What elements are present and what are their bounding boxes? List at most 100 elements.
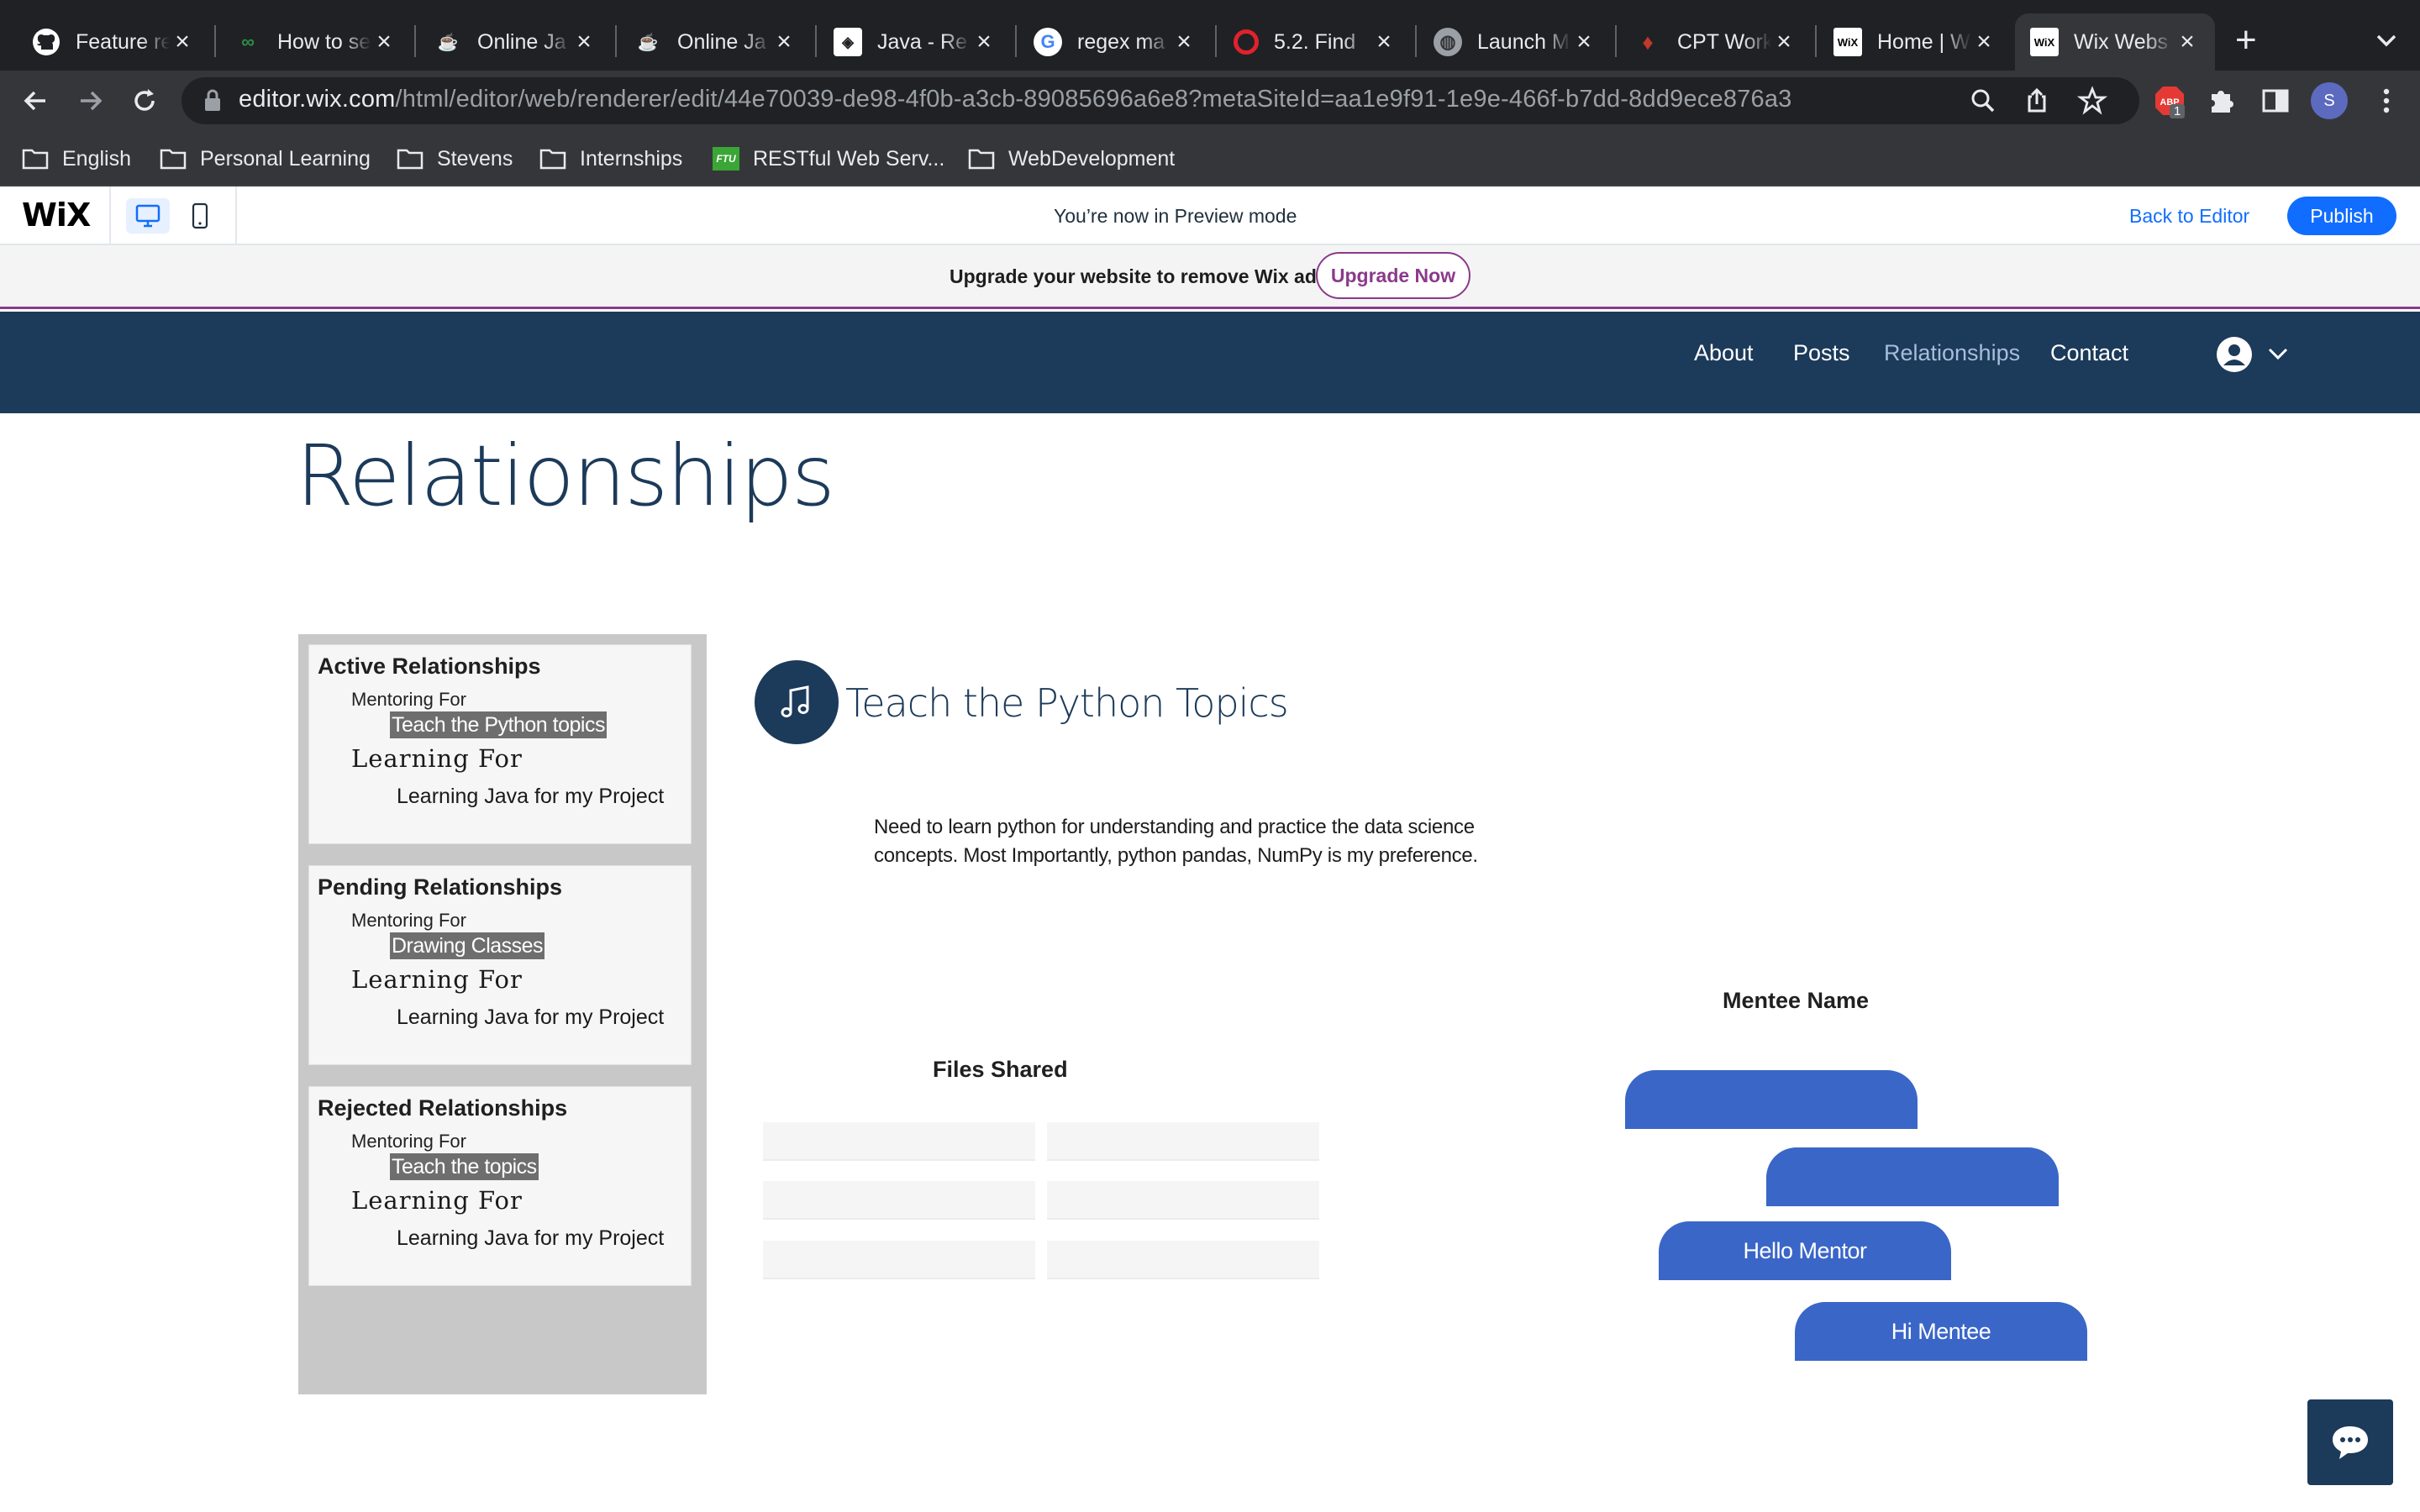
nav-about[interactable]: About — [1694, 340, 1754, 366]
chat-widget-button[interactable] — [2307, 1399, 2393, 1485]
lock-icon[interactable] — [203, 89, 222, 117]
desktop-view-button[interactable] — [126, 198, 170, 234]
browser-tab[interactable]: Feature re × — [17, 13, 210, 71]
browser-tab[interactable]: ☕ Online Ja × — [418, 13, 612, 71]
file-cell[interactable] — [763, 1122, 1035, 1161]
browser-tab-strip: Feature re × ∞ How to se × ☕ Online Ja ×… — [0, 0, 2420, 71]
relationships-sidebar: Active Relationships Mentoring For Teach… — [298, 634, 707, 1394]
bookmark-webdevelopment[interactable]: WebDevelopment — [968, 143, 1175, 175]
bookmark-personal-learning[interactable]: Personal Learning — [160, 143, 371, 175]
browser-tab[interactable]: ∞ How to se × — [218, 13, 412, 71]
cpt-icon: ♦ — [1642, 29, 1654, 55]
bookmark-english[interactable]: English — [22, 143, 131, 175]
online-java-icon: ☕ — [637, 33, 659, 52]
close-tab-icon[interactable]: × — [1171, 29, 1197, 55]
reload-icon[interactable] — [126, 82, 163, 119]
pending-relationships-card: Pending Relationships Mentoring For Draw… — [308, 865, 692, 1065]
bookmark-label: RESTful Web Serv... — [753, 146, 945, 171]
file-cell[interactable] — [763, 1181, 1035, 1220]
folder-icon — [539, 149, 566, 170]
nav-posts[interactable]: Posts — [1793, 340, 1850, 366]
browser-menu-icon[interactable] — [2370, 84, 2403, 122]
browser-tab[interactable]: ♦ CPT Work × — [1618, 13, 1812, 71]
bookmark-label: Internships — [580, 146, 683, 171]
share-icon[interactable] — [2022, 86, 2052, 120]
tab-separator — [1015, 25, 1017, 57]
chat-bubble: Hi Mentee — [1795, 1302, 2087, 1361]
tab-title: regex ma — [1077, 29, 1165, 54]
learning-topic[interactable]: Learning Java for my Project — [397, 785, 664, 809]
bookmark-label: Personal Learning — [200, 146, 371, 171]
chat-bubble — [1766, 1147, 2059, 1206]
mentoring-topic[interactable]: Drawing Classes — [390, 932, 545, 959]
url-text[interactable]: editor.wix.com/html/editor/web/renderer/… — [239, 86, 1791, 113]
close-tab-icon[interactable]: × — [170, 29, 195, 55]
close-tab-icon[interactable]: × — [571, 29, 597, 55]
forward-arrow-icon[interactable] — [72, 82, 109, 119]
bookmark-internships[interactable]: Internships — [539, 143, 682, 175]
adblock-extension-icon[interactable]: ABP 1 — [2153, 84, 2186, 118]
learning-topic[interactable]: Learning Java for my Project — [397, 1005, 664, 1030]
tab-title: Online Ja — [477, 29, 566, 54]
globe-icon: ◍ — [1434, 28, 1462, 56]
browser-tab-active[interactable]: WiX Wix Webs × — [2015, 13, 2215, 71]
close-tab-icon[interactable]: × — [1371, 29, 1397, 55]
learning-label: Learning For — [351, 1186, 523, 1215]
close-tab-icon[interactable]: × — [2175, 29, 2200, 55]
mobile-icon — [192, 202, 208, 229]
nav-contact[interactable]: Contact — [2050, 340, 2128, 366]
files-shared-label: Files Shared — [933, 1057, 1068, 1082]
card-heading: Active Relationships — [318, 654, 541, 679]
tab-search-icon[interactable] — [2370, 24, 2403, 57]
side-panel-icon[interactable] — [2259, 84, 2292, 122]
back-arrow-icon[interactable] — [17, 82, 54, 119]
file-cell[interactable] — [1047, 1241, 1319, 1279]
browser-tab[interactable]: 5.2. Find × — [1218, 13, 1412, 71]
mentoring-topic[interactable]: Teach the Python topics — [390, 711, 607, 738]
file-cell[interactable] — [1047, 1181, 1319, 1220]
divider — [109, 186, 111, 245]
ftu-icon: FTU — [713, 147, 739, 171]
topic-description: Need to learn python for understanding a… — [874, 816, 1478, 867]
chat-icon — [2333, 1426, 2368, 1459]
mentoring-topic[interactable]: Teach the topics — [390, 1153, 539, 1180]
tab-title: Wix Webs — [2074, 29, 2169, 54]
bookmark-star-icon[interactable] — [2076, 86, 2108, 120]
close-tab-icon[interactable]: × — [371, 29, 397, 55]
account-icon[interactable] — [2215, 335, 2254, 374]
publish-button[interactable]: Publish — [2287, 197, 2396, 235]
close-tab-icon[interactable]: × — [1971, 29, 1996, 55]
browser-tab[interactable]: WiX Home | W × — [1818, 13, 2012, 71]
browser-tab[interactable]: ◈ Java - Re × — [818, 13, 1012, 71]
browser-tab[interactable]: ◍ Launch M × — [1418, 13, 1612, 71]
bookmark-restful[interactable]: FTU RESTful Web Serv... — [713, 143, 944, 175]
mobile-view-button[interactable] — [178, 198, 222, 234]
tab-separator — [1215, 25, 1217, 57]
file-cell[interactable] — [763, 1241, 1035, 1279]
music-note-icon — [755, 660, 839, 744]
bookmark-stevens[interactable]: Stevens — [397, 143, 513, 175]
wix-icon: WiX — [2030, 28, 2059, 56]
browser-tab[interactable]: G regex ma × — [1018, 13, 1212, 71]
new-tab-button[interactable]: + — [2235, 22, 2257, 59]
wix-icon: WiX — [1833, 28, 1862, 56]
close-tab-icon[interactable]: × — [1771, 29, 1797, 55]
upgrade-now-button[interactable]: Upgrade Now — [1316, 252, 1470, 299]
close-tab-icon[interactable]: × — [1571, 29, 1597, 55]
nav-relationships[interactable]: Relationships — [1884, 340, 2020, 366]
close-tab-icon[interactable]: × — [971, 29, 997, 55]
learning-label: Learning For — [351, 965, 523, 994]
file-cell[interactable] — [1047, 1122, 1319, 1161]
browser-tab[interactable]: ☕ Online Ja × — [618, 13, 812, 71]
chevron-down-icon[interactable] — [2265, 344, 2291, 364]
back-to-editor-link[interactable]: Back to Editor — [2129, 205, 2249, 228]
mentoring-label: Mentoring For — [351, 1131, 466, 1152]
tab-separator — [1615, 25, 1617, 57]
profile-avatar[interactable]: S — [2311, 82, 2348, 119]
learning-topic[interactable]: Learning Java for my Project — [397, 1226, 664, 1251]
close-tab-icon[interactable]: × — [771, 29, 797, 55]
extensions-puzzle-icon[interactable] — [2205, 84, 2238, 122]
wix-logo: WiX — [22, 197, 91, 234]
zoom-icon[interactable] — [1968, 86, 1998, 120]
mentoring-label: Mentoring For — [351, 689, 466, 710]
